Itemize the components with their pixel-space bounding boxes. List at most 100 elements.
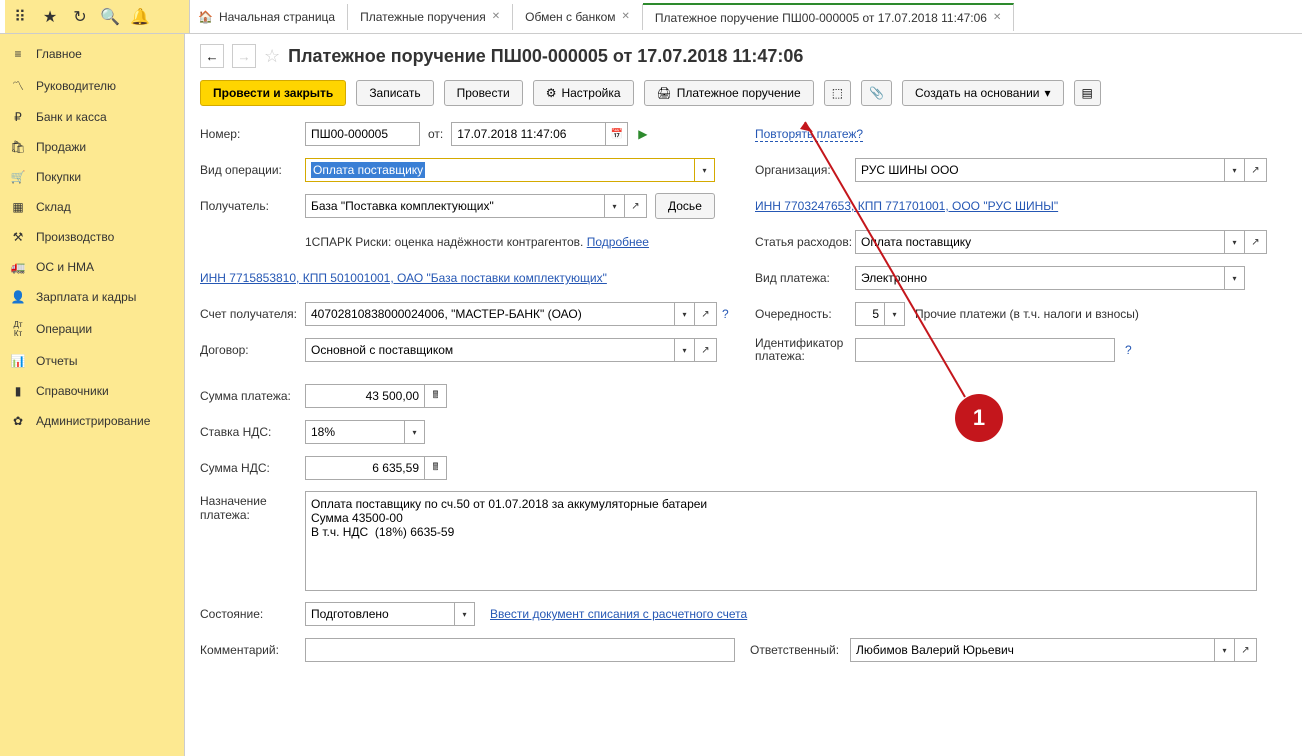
tab-home-label: Начальная страница	[219, 10, 335, 24]
close-icon[interactable]: ✕	[622, 11, 630, 22]
open-icon[interactable]: ↗	[1235, 638, 1257, 662]
date-field[interactable]	[451, 122, 606, 146]
org-field[interactable]	[855, 158, 1225, 182]
write-button[interactable]: Записать	[356, 80, 433, 106]
open-icon[interactable]: ↗	[1245, 158, 1267, 182]
help-icon[interactable]: ?	[1125, 343, 1132, 357]
forward-button[interactable]: →	[232, 44, 256, 68]
post-button[interactable]: Провести	[444, 80, 523, 106]
close-icon[interactable]: ✕	[492, 11, 500, 22]
cart-icon: 🛒	[10, 170, 26, 184]
print-button[interactable]: 🖨Платежное поручение	[644, 80, 814, 106]
vat-rate-field[interactable]	[305, 420, 405, 444]
search-icon[interactable]: 🔍	[95, 2, 125, 32]
sidebar-item-catalogs[interactable]: ▮Справочники	[0, 376, 184, 406]
org-inn-link[interactable]: ИНН 7703247653, КПП 771701001, ООО "РУС …	[755, 199, 1058, 213]
calculator-icon[interactable]: 🖩	[425, 384, 447, 408]
print-icon: 🖨	[657, 86, 672, 100]
menu-icon[interactable]: ⠿	[5, 2, 35, 32]
identifier-field[interactable]	[855, 338, 1115, 362]
bell-icon[interactable]: 🔔	[125, 2, 155, 32]
sidebar-item-label: Руководителю	[36, 79, 116, 93]
sidebar-item-label: Банк и касса	[36, 110, 107, 124]
open-icon[interactable]: ↗	[1245, 230, 1267, 254]
status-link[interactable]: Ввести документ списания с расчетного сч…	[490, 607, 747, 621]
tab-home[interactable]: 🏠 Начальная страница	[190, 4, 348, 30]
repeat-link[interactable]: Повторять платеж?	[755, 127, 863, 142]
post-and-close-button[interactable]: Провести и закрыть	[200, 80, 346, 106]
open-icon[interactable]: ↗	[625, 194, 647, 218]
box-icon: ▦	[10, 200, 26, 214]
recipient-field[interactable]	[305, 194, 605, 218]
sidebar-item-production[interactable]: ⚒Производство	[0, 222, 184, 252]
open-icon[interactable]: ↗	[695, 338, 717, 362]
structure-button[interactable]: ⬚	[824, 80, 851, 106]
payment-type-field[interactable]	[855, 266, 1225, 290]
account-field[interactable]	[305, 302, 675, 326]
chevron-down-icon[interactable]: ▾	[695, 158, 715, 182]
chevron-down-icon[interactable]: ▾	[1215, 638, 1235, 662]
ruble-icon: ₽	[10, 110, 26, 124]
tab-payments[interactable]: Платежные поручения ✕	[348, 4, 513, 30]
number-label: Номер:	[200, 127, 305, 141]
sidebar-item-assets[interactable]: 🚛 ОС и НМА	[0, 252, 184, 282]
chevron-down-icon[interactable]: ▾	[1225, 266, 1245, 290]
list-button[interactable]: ▤	[1074, 80, 1101, 106]
tag-icon[interactable]: ▶	[638, 127, 647, 141]
spark-more-link[interactable]: Подробнее	[587, 235, 649, 249]
sidebar-item-operations[interactable]: ДтКтОперации	[0, 312, 184, 346]
sidebar-item-manager[interactable]: 〽Руководителю	[0, 69, 184, 102]
chevron-down-icon[interactable]: ▾	[1225, 158, 1245, 182]
back-button[interactable]: ←	[200, 44, 224, 68]
priority-label: Очередность:	[755, 307, 855, 321]
chevron-down-icon[interactable]: ▾	[675, 338, 695, 362]
purpose-label: Назначение платежа:	[200, 491, 305, 522]
chevron-down-icon[interactable]: ▾	[405, 420, 425, 444]
tab-bank[interactable]: Обмен с банком ✕	[513, 4, 643, 30]
help-icon[interactable]: ?	[722, 307, 729, 321]
settings-button[interactable]: ⚙Настройка	[533, 80, 634, 106]
history-icon[interactable]: ↻	[65, 2, 95, 32]
bars-icon: 📊	[10, 354, 26, 368]
chevron-down-icon[interactable]: ▾	[455, 602, 475, 626]
status-field[interactable]	[305, 602, 455, 626]
calendar-icon[interactable]: 📅	[606, 122, 628, 146]
chevron-down-icon[interactable]: ▾	[675, 302, 695, 326]
contract-field[interactable]	[305, 338, 675, 362]
purpose-field[interactable]	[305, 491, 1257, 591]
priority-field[interactable]	[855, 302, 885, 326]
sidebar-item-label: Администрирование	[36, 414, 150, 428]
dossier-button[interactable]: Досье	[655, 193, 715, 219]
attach-button[interactable]: 📎	[861, 80, 892, 106]
sidebar-item-label: Продажи	[36, 140, 86, 154]
sidebar-item-bank[interactable]: ₽ Банк и касса	[0, 102, 184, 132]
menu-icon: ≡	[10, 47, 26, 61]
open-icon[interactable]: ↗	[695, 302, 717, 326]
sidebar-item-main[interactable]: ≡Главное	[0, 39, 184, 69]
vat-sum-field[interactable]	[305, 456, 425, 480]
sidebar-item-warehouse[interactable]: ▦Склад	[0, 192, 184, 222]
comment-field[interactable]	[305, 638, 735, 662]
star-icon[interactable]: ★	[35, 2, 65, 32]
chevron-down-icon[interactable]: ▾	[605, 194, 625, 218]
number-field[interactable]	[305, 122, 420, 146]
expense-field[interactable]	[855, 230, 1225, 254]
truck-icon: 🚛	[10, 260, 26, 274]
responsible-field[interactable]	[850, 638, 1215, 662]
create-based-button[interactable]: Создать на основании ▾	[902, 80, 1064, 106]
sidebar-item-purchases[interactable]: 🛒Покупки	[0, 162, 184, 192]
sum-field[interactable]	[305, 384, 425, 408]
sidebar-item-label: ОС и НМА	[36, 260, 94, 274]
sidebar-item-salary[interactable]: 👤Зарплата и кадры	[0, 282, 184, 312]
operation-select[interactable]: Оплата поставщику	[305, 158, 695, 182]
sidebar-item-admin[interactable]: ✿Администрирование	[0, 406, 184, 436]
sidebar-item-reports[interactable]: 📊Отчеты	[0, 346, 184, 376]
recipient-inn-link[interactable]: ИНН 7715853810, КПП 501001001, ОАО "База…	[200, 271, 607, 285]
chevron-down-icon[interactable]: ▾	[885, 302, 905, 326]
calculator-icon[interactable]: 🖩	[425, 456, 447, 480]
favorite-toggle[interactable]: ☆	[264, 46, 280, 67]
close-icon[interactable]: ✕	[993, 12, 1001, 23]
chevron-down-icon[interactable]: ▾	[1225, 230, 1245, 254]
sidebar-item-sales[interactable]: 🛍Продажи	[0, 132, 184, 162]
tab-active-document[interactable]: Платежное поручение ПШ00-000005 от 17.07…	[643, 3, 1014, 31]
